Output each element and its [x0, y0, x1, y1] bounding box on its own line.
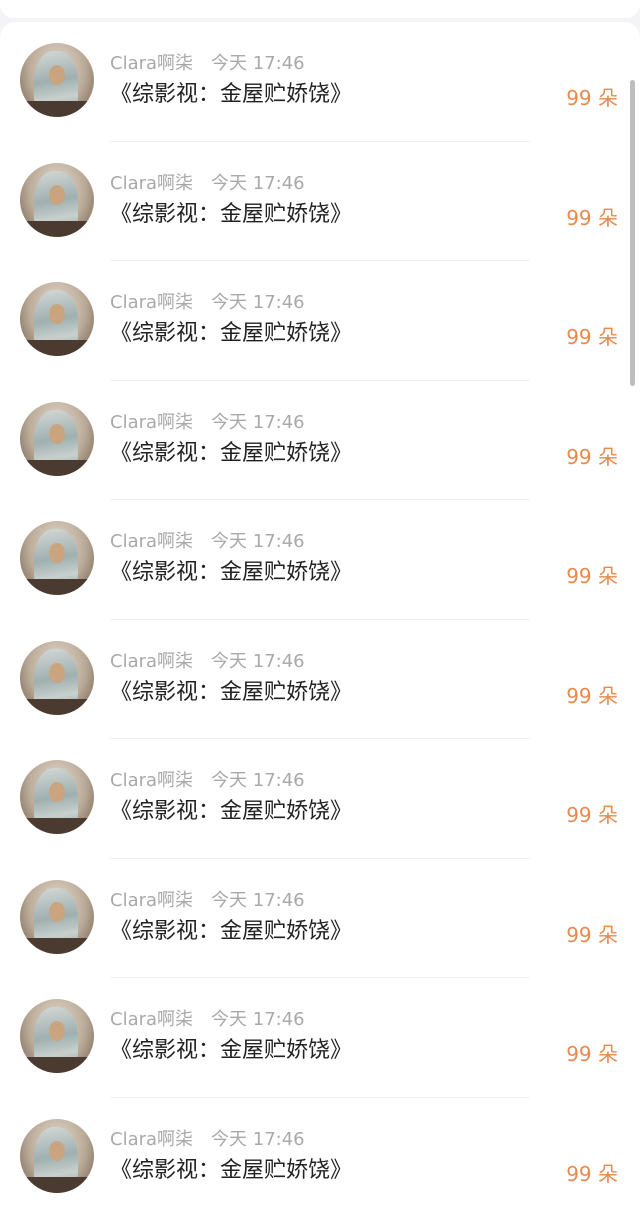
avatar-photo-floor — [20, 818, 94, 834]
reward-count: 99 朵 — [566, 922, 618, 947]
username[interactable]: Clara啊柒 — [110, 531, 193, 552]
avatar[interactable] — [20, 162, 94, 237]
avatar-photo-floor — [20, 937, 94, 954]
list-item[interactable]: Clara啊柒 今天 17:46 《综影视：金屋贮娇饶》 99 朵 — [0, 1098, 640, 1207]
avatar-photo-face — [49, 782, 65, 802]
item-meta: Clara啊柒 今天 17:46 — [110, 411, 305, 435]
timestamp: 今天 17:46 — [211, 172, 305, 194]
avatar[interactable] — [20, 999, 94, 1073]
avatar-photo-floor — [20, 579, 94, 595]
item-meta: Clara啊柒 今天 17:46 — [110, 650, 305, 674]
reward-count: 99 朵 — [566, 325, 618, 349]
timestamp: 今天 17:46 — [211, 411, 305, 433]
item-meta: Clara啊柒 今天 17:46 — [110, 291, 305, 315]
timestamp: 今天 17:46 — [211, 650, 305, 672]
avatar-photo-floor — [20, 1176, 94, 1193]
item-meta: Clara啊柒 今天 17:46 — [110, 172, 305, 196]
avatar[interactable] — [20, 282, 94, 356]
reward-count: 99 朵 — [566, 1161, 618, 1186]
username[interactable]: Clara啊柒 — [110, 890, 193, 911]
book-title[interactable]: 《综影视：金屋贮娇饶》 — [110, 558, 352, 588]
reward-count: 99 朵 — [566, 205, 618, 230]
vertical-scrollbar[interactable] — [630, 80, 635, 386]
timestamp: 今天 17:46 — [211, 531, 305, 552]
avatar-photo-face — [49, 1021, 65, 1041]
username[interactable]: Clara啊柒 — [110, 53, 193, 74]
avatar-photo-floor — [20, 101, 94, 117]
username[interactable]: Clara啊柒 — [110, 770, 193, 791]
item-meta: Clara啊柒 今天 17:46 — [110, 1128, 305, 1152]
timestamp: 今天 17:46 — [211, 1128, 305, 1150]
book-title[interactable]: 《综影视：金屋贮娇饶》 — [110, 319, 352, 349]
list-item[interactable]: Clara啊柒 今天 17:46 《综影视：金屋贮娇饶》 99 朵 — [0, 978, 640, 1098]
timestamp: 今天 17:46 — [211, 292, 305, 313]
book-title[interactable]: 《综影视：金屋贮娇饶》 — [110, 80, 352, 110]
reward-count: 99 朵 — [566, 444, 618, 469]
book-title[interactable]: 《综影视：金屋贮娇饶》 — [110, 1156, 352, 1186]
username[interactable]: Clara啊柒 — [110, 1129, 193, 1150]
avatar[interactable] — [20, 640, 94, 715]
gift-record-list[interactable]: Clara啊柒 今天 17:46 《综影视：金屋贮娇饶》 99 朵 Clara啊柒… — [0, 22, 640, 1207]
avatar-photo-floor — [20, 698, 94, 715]
book-title[interactable]: 《综影视：金屋贮娇饶》 — [110, 200, 352, 230]
avatar-photo-face — [49, 662, 65, 683]
list-item[interactable]: Clara啊柒 今天 17:46 《综影视：金屋贮娇饶》 99 朵 — [0, 142, 640, 261]
list-item[interactable]: Clara啊柒 今天 17:46 《综影视：金屋贮娇饶》 99 朵 — [0, 381, 640, 500]
item-meta: Clara啊柒 今天 17:46 — [110, 1008, 305, 1032]
username[interactable]: Clara啊柒 — [110, 173, 193, 194]
avatar-photo-floor — [20, 1057, 94, 1073]
avatar-photo-face — [49, 543, 65, 563]
avatar-photo-face — [49, 901, 65, 922]
reward-count: 99 朵 — [566, 1042, 618, 1066]
item-meta: Clara啊柒 今天 17:46 — [110, 52, 305, 76]
top-card — [0, 0, 640, 18]
username[interactable]: Clara啊柒 — [110, 651, 193, 672]
timestamp: 今天 17:46 — [211, 889, 305, 911]
item-meta: Clara啊柒 今天 17:46 — [110, 530, 305, 554]
list-item[interactable]: Clara啊柒 今天 17:46 《综影视：金屋贮娇饶》 99 朵 — [0, 261, 640, 381]
avatar-photo-face — [49, 304, 65, 324]
book-title[interactable]: 《综影视：金屋贮娇饶》 — [110, 797, 352, 827]
username[interactable]: Clara啊柒 — [110, 1009, 193, 1030]
avatar-photo-floor — [20, 340, 94, 356]
list-item[interactable]: Clara啊柒 今天 17:46 《综影视：金屋贮娇饶》 99 朵 — [0, 22, 640, 142]
avatar-photo-face — [49, 1140, 65, 1161]
list-item[interactable]: Clara啊柒 今天 17:46 《综影视：金屋贮娇饶》 99 朵 — [0, 739, 640, 859]
avatar[interactable] — [20, 1118, 94, 1193]
reward-count: 99 朵 — [566, 803, 618, 827]
list-item[interactable]: Clara啊柒 今天 17:46 《综影视：金屋贮娇饶》 99 朵 — [0, 500, 640, 620]
item-meta: Clara啊柒 今天 17:46 — [110, 889, 305, 913]
avatar[interactable] — [20, 760, 94, 834]
list-item[interactable]: Clara啊柒 今天 17:46 《综影视：金屋贮娇饶》 99 朵 — [0, 859, 640, 978]
book-title[interactable]: 《综影视：金屋贮娇饶》 — [110, 439, 352, 469]
item-meta: Clara啊柒 今天 17:46 — [110, 769, 305, 793]
avatar[interactable] — [20, 879, 94, 954]
avatar[interactable] — [20, 43, 94, 117]
avatar-photo-floor — [20, 220, 94, 237]
book-title[interactable]: 《综影视：金屋贮娇饶》 — [110, 1036, 352, 1066]
list-item[interactable]: Clara啊柒 今天 17:46 《综影视：金屋贮娇饶》 99 朵 — [0, 620, 640, 739]
reward-count: 99 朵 — [566, 683, 618, 708]
timestamp: 今天 17:46 — [211, 770, 305, 791]
book-title[interactable]: 《综影视：金屋贮娇饶》 — [110, 917, 352, 947]
reward-count: 99 朵 — [566, 86, 618, 110]
book-title[interactable]: 《综影视：金屋贮娇饶》 — [110, 678, 352, 708]
timestamp: 今天 17:46 — [211, 1009, 305, 1030]
username[interactable]: Clara啊柒 — [110, 412, 193, 433]
avatar[interactable] — [20, 401, 94, 476]
avatar[interactable] — [20, 521, 94, 595]
avatar-photo-face — [49, 423, 65, 444]
reward-count: 99 朵 — [566, 564, 618, 588]
avatar-photo-floor — [20, 459, 94, 476]
timestamp: 今天 17:46 — [211, 53, 305, 74]
username[interactable]: Clara啊柒 — [110, 292, 193, 313]
avatar-photo-face — [49, 184, 65, 205]
avatar-photo-face — [49, 65, 65, 85]
